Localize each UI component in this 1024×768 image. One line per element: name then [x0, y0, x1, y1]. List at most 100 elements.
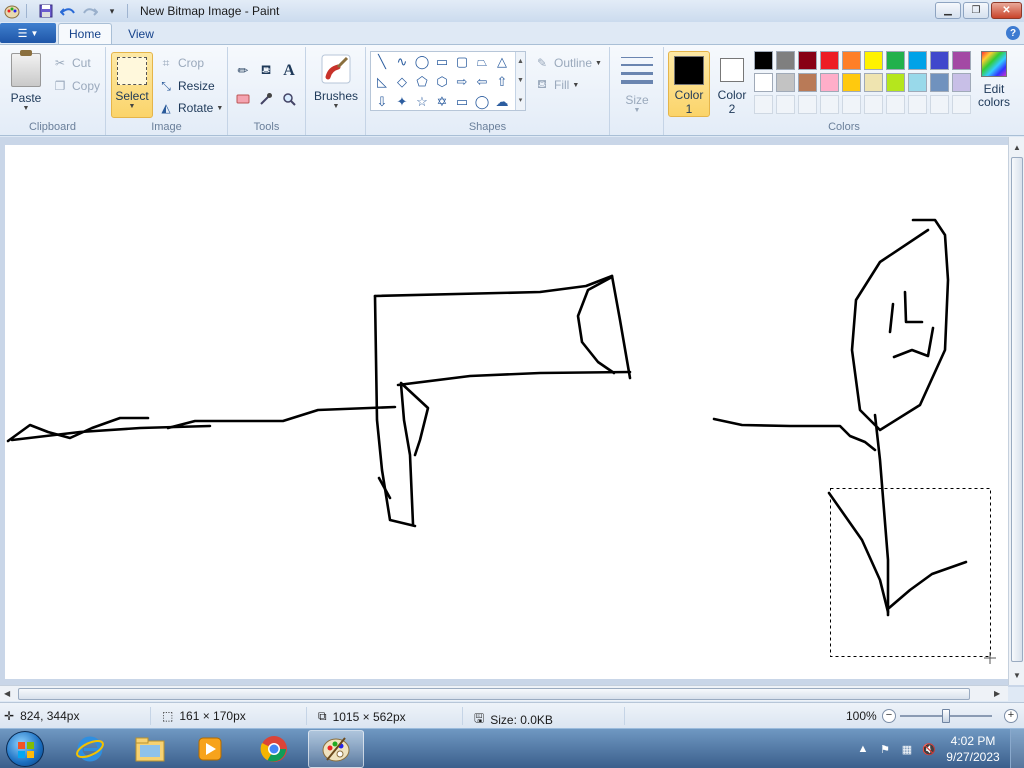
- up-arrow-shape-icon[interactable]: ⇧: [492, 72, 512, 92]
- maximize-button[interactable]: ❐: [963, 2, 989, 19]
- shapes-gallery-scroller[interactable]: ▲ ▼ ▾: [515, 52, 525, 110]
- size-button[interactable]: Size ▼: [616, 55, 658, 114]
- resize-button[interactable]: ⤡ Resize: [158, 78, 215, 94]
- redo-icon[interactable]: [81, 3, 99, 19]
- gallery-expand-icon[interactable]: ▾: [519, 96, 523, 104]
- horizontal-scroll-thumb[interactable]: [18, 688, 970, 700]
- palette-swatch[interactable]: [908, 95, 927, 114]
- palette-swatch[interactable]: [798, 51, 817, 70]
- palette-swatch[interactable]: [864, 73, 883, 92]
- zoom-in-button[interactable]: +: [1004, 709, 1018, 723]
- close-button[interactable]: ✕: [991, 2, 1022, 19]
- action-center-flag-icon[interactable]: ⚑: [877, 741, 893, 757]
- drawing-canvas[interactable]: [5, 145, 1009, 679]
- scroll-up-icon[interactable]: ▲: [1013, 143, 1021, 152]
- palette-swatch[interactable]: [798, 95, 817, 114]
- oval-callout-shape-icon[interactable]: ◯: [472, 92, 492, 112]
- oval-shape-icon[interactable]: ◯: [412, 52, 432, 72]
- select-button[interactable]: Select ▼: [111, 52, 153, 118]
- start-button[interactable]: [6, 731, 44, 767]
- palette-swatch[interactable]: [842, 95, 861, 114]
- palette-swatch[interactable]: [864, 51, 883, 70]
- color2-button[interactable]: Color 2: [714, 51, 750, 117]
- horizontal-scrollbar[interactable]: ◀ ▶: [0, 685, 1008, 701]
- scroll-down-icon[interactable]: ▼: [1013, 671, 1021, 680]
- volume-muted-icon[interactable]: 🔇: [921, 741, 937, 757]
- chevron-up-icon[interactable]: ▲: [517, 58, 524, 65]
- fill-button[interactable]: ⛾ Fill ▼: [534, 77, 579, 93]
- palette-swatch[interactable]: [886, 73, 905, 92]
- palette-swatch[interactable]: [754, 95, 773, 114]
- palette-swatch[interactable]: [886, 51, 905, 70]
- palette-swatch[interactable]: [930, 95, 949, 114]
- eraser-icon[interactable]: [232, 89, 254, 109]
- palette-swatch[interactable]: [820, 51, 839, 70]
- media-player-taskbar-button[interactable]: [182, 730, 238, 768]
- palette-swatch[interactable]: [952, 95, 971, 114]
- copy-button[interactable]: ❐ Copy: [52, 78, 100, 94]
- palette-swatch[interactable]: [908, 51, 927, 70]
- diamond-shape-icon[interactable]: ◇: [392, 72, 412, 92]
- palette-swatch[interactable]: [842, 51, 861, 70]
- tab-home[interactable]: Home: [58, 23, 112, 44]
- help-icon[interactable]: ?: [1006, 26, 1020, 40]
- internet-explorer-taskbar-button[interactable]: [62, 730, 118, 768]
- vertical-scrollbar[interactable]: ▲ ▼: [1008, 137, 1024, 685]
- palette-swatch[interactable]: [952, 73, 971, 92]
- polygon-shape-icon[interactable]: ⏢: [472, 52, 492, 72]
- rounded-rectangle-shape-icon[interactable]: ▢: [452, 52, 472, 72]
- fill-bucket-icon[interactable]: ⛾: [255, 61, 277, 81]
- taskbar-clock[interactable]: 4:02 PM 9/27/2023: [940, 733, 1006, 765]
- customize-qat-icon[interactable]: ▾: [103, 3, 121, 19]
- chevron-down-icon[interactable]: ▼: [517, 77, 524, 84]
- color1-button[interactable]: Color 1: [668, 51, 710, 117]
- palette-swatch[interactable]: [820, 95, 839, 114]
- palette-swatch[interactable]: [952, 51, 971, 70]
- magnifier-icon[interactable]: [278, 89, 300, 109]
- line-shape-icon[interactable]: ╲: [372, 52, 392, 72]
- text-tool-icon[interactable]: A: [278, 61, 300, 81]
- vertical-scroll-thumb[interactable]: [1011, 157, 1023, 662]
- palette-swatch[interactable]: [908, 73, 927, 92]
- minimize-button[interactable]: ▁: [935, 2, 961, 19]
- rounded-callout-shape-icon[interactable]: ▭: [452, 92, 472, 112]
- cloud-callout-shape-icon[interactable]: ☁: [492, 92, 512, 112]
- palette-swatch[interactable]: [820, 73, 839, 92]
- file-explorer-taskbar-button[interactable]: [122, 730, 178, 768]
- tab-view[interactable]: View: [116, 23, 166, 44]
- show-hidden-icons-icon[interactable]: ▲: [855, 741, 871, 757]
- application-menu-button[interactable]: ☰ ▼: [0, 23, 56, 43]
- palette-swatch[interactable]: [798, 73, 817, 92]
- cut-button[interactable]: ✂ Cut: [52, 55, 91, 71]
- palette-swatch[interactable]: [776, 95, 795, 114]
- six-point-star-shape-icon[interactable]: ✡: [432, 92, 452, 112]
- down-arrow-shape-icon[interactable]: ⇩: [372, 92, 392, 112]
- palette-swatch[interactable]: [842, 73, 861, 92]
- undo-icon[interactable]: [59, 3, 77, 19]
- brushes-button[interactable]: Brushes ▼: [312, 53, 360, 110]
- paste-button[interactable]: Paste ▼: [6, 50, 46, 112]
- curve-shape-icon[interactable]: ∿: [392, 52, 412, 72]
- palette-swatch[interactable]: [754, 73, 773, 92]
- pencil-icon[interactable]: ✏: [232, 61, 254, 81]
- palette-swatch[interactable]: [754, 51, 773, 70]
- palette-swatch[interactable]: [776, 73, 795, 92]
- four-point-star-shape-icon[interactable]: ✦: [392, 92, 412, 112]
- color-picker-icon[interactable]: [255, 89, 277, 109]
- edit-colors-button[interactable]: Edit colors: [976, 51, 1012, 117]
- rotate-button[interactable]: ◭ Rotate ▼: [158, 100, 223, 116]
- palette-swatch[interactable]: [864, 95, 883, 114]
- palette-swatch[interactable]: [886, 95, 905, 114]
- rectangle-shape-icon[interactable]: ▭: [432, 52, 452, 72]
- outline-button[interactable]: ✎ Outline ▼: [534, 55, 602, 71]
- paint-taskbar-button[interactable]: [308, 730, 364, 768]
- pentagon-shape-icon[interactable]: ⬠: [412, 72, 432, 92]
- chrome-taskbar-button[interactable]: [246, 730, 302, 768]
- right-triangle-shape-icon[interactable]: ◺: [372, 72, 392, 92]
- five-point-star-shape-icon[interactable]: ☆: [412, 92, 432, 112]
- network-icon[interactable]: ▦: [899, 741, 915, 757]
- left-arrow-shape-icon[interactable]: ⇦: [472, 72, 492, 92]
- show-desktop-button[interactable]: [1010, 729, 1024, 768]
- scroll-right-icon[interactable]: ▶: [994, 689, 1000, 698]
- scroll-left-icon[interactable]: ◀: [4, 689, 10, 698]
